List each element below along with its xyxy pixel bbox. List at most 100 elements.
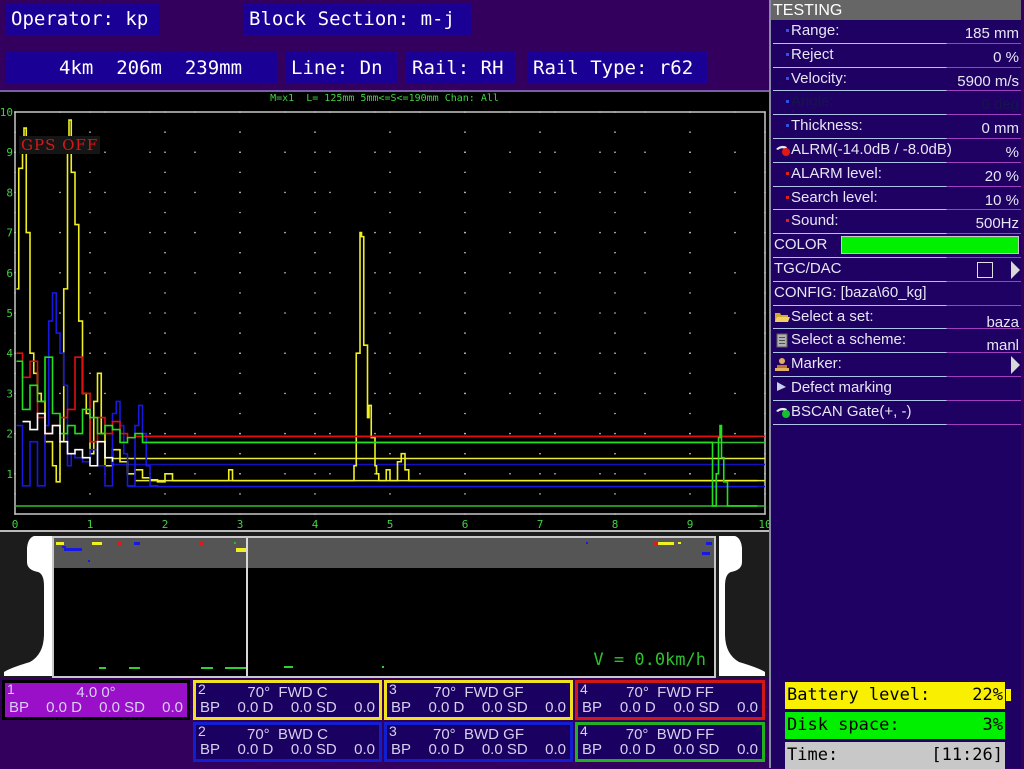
channel-box-7[interactable]: 4 70° BWD FF BP 0.0 D 0.0 SD 0.0 bbox=[575, 722, 765, 762]
grid-dot bbox=[539, 272, 541, 274]
grid-dot bbox=[314, 372, 316, 375]
channel-box-6[interactable]: 3 70° BWD GF BP 0.0 D 0.0 SD 0.0 bbox=[384, 722, 573, 762]
defect-marking-row[interactable]: Defect marking bbox=[771, 377, 1021, 401]
grid-dot bbox=[464, 432, 466, 435]
grid-dot bbox=[239, 452, 241, 455]
gps-status: GPS OFF bbox=[19, 136, 101, 154]
channel-values: BP 0.0 D 0.0 SD 0.0 bbox=[200, 699, 375, 716]
alarm-row[interactable]: ALRM(-14.0dB / -8.0dB) % bbox=[771, 139, 1021, 163]
color-swatch[interactable] bbox=[841, 236, 1019, 255]
sound-value[interactable]: 500Hz bbox=[976, 213, 1019, 235]
grid-dot bbox=[194, 432, 196, 435]
alarm-back-arrow-icon bbox=[776, 145, 790, 156]
grid-dot bbox=[614, 513, 616, 515]
bscan-gate-row[interactable]: BSCAN Gate(+, -) bbox=[771, 401, 1021, 425]
grid-dot bbox=[764, 372, 766, 375]
grid-dot bbox=[689, 412, 691, 415]
grid-dot bbox=[764, 412, 766, 415]
select-scheme-row[interactable]: Select a scheme: manl bbox=[771, 329, 1021, 354]
grid-dot bbox=[14, 332, 16, 334]
bullet-icon bbox=[786, 219, 789, 223]
color-row[interactable]: COLOR bbox=[771, 234, 1021, 258]
grid-dot bbox=[539, 312, 541, 314]
grid-dot bbox=[464, 231, 466, 234]
thickness-row[interactable]: Thickness: 0 mm bbox=[771, 115, 1021, 139]
alarm-level-row[interactable]: ALARM level: 20 % bbox=[771, 163, 1021, 187]
b-scan-mark bbox=[225, 667, 246, 669]
grid-dot bbox=[164, 493, 166, 495]
grid-dot bbox=[464, 131, 466, 133]
grid-dot bbox=[14, 211, 16, 214]
chevron-right-icon[interactable] bbox=[1011, 260, 1020, 279]
grid-dot bbox=[644, 191, 646, 194]
velocity-row[interactable]: Velocity: 5900 m/s bbox=[771, 68, 1021, 92]
grid-dot bbox=[689, 493, 691, 495]
grid-dot bbox=[509, 151, 511, 153]
grid-dot bbox=[89, 372, 91, 375]
grid-dot bbox=[59, 231, 61, 234]
channel-box-2[interactable]: 2 70° FWD C BP 0.0 D 0.0 SD 0.0 bbox=[193, 680, 382, 720]
select-scheme-label: Select a scheme: bbox=[791, 331, 907, 349]
grid-dot bbox=[644, 111, 646, 113]
channel-box-5[interactable]: 2 70° BWD C BP 0.0 D 0.0 SD 0.0 bbox=[193, 722, 382, 762]
channel-sd: 0.0 SD bbox=[673, 741, 720, 758]
alarm-level-value[interactable]: 20 % bbox=[985, 166, 1019, 188]
alarm-level-label: ALARM level: bbox=[791, 164, 882, 182]
grid-dot bbox=[389, 493, 391, 495]
grid-dot bbox=[734, 312, 736, 314]
grid-dot bbox=[389, 412, 391, 415]
grid-dot bbox=[389, 332, 391, 334]
bscan-gate-label: BSCAN Gate(+, -) bbox=[791, 402, 912, 420]
x-tick-label: 4 bbox=[312, 518, 319, 530]
b-scan-mark bbox=[654, 542, 658, 546]
grid-dot bbox=[284, 231, 286, 234]
grid-dot bbox=[389, 392, 391, 395]
grid-dot bbox=[239, 432, 241, 435]
tgc-dac-row[interactable]: TGC/DAC bbox=[771, 258, 1021, 282]
reject-row[interactable]: Reject 0 % bbox=[771, 44, 1021, 68]
grid-dot bbox=[614, 452, 616, 455]
angle-label: Angle: bbox=[791, 93, 834, 111]
grid-dot bbox=[509, 392, 511, 395]
grid-dot bbox=[599, 151, 601, 153]
grid-dot bbox=[689, 332, 691, 334]
marker-row[interactable]: Marker: bbox=[771, 353, 1021, 377]
grid-dot bbox=[614, 131, 616, 133]
channel-depth: 0.0 D bbox=[46, 699, 82, 716]
grid-dot bbox=[239, 292, 241, 294]
grid-dot bbox=[194, 352, 196, 355]
select-set-row[interactable]: Select a set: baza bbox=[771, 306, 1021, 331]
tgc-dac-checkbox[interactable] bbox=[977, 261, 993, 278]
range-value[interactable]: 185 mm bbox=[965, 23, 1019, 45]
range-row[interactable]: Range: 185 mm bbox=[771, 20, 1021, 44]
channel-sd: 0.0 SD bbox=[290, 741, 337, 758]
channel-box-4[interactable]: 4 70° FWD FF BP 0.0 D 0.0 SD 0.0 bbox=[575, 680, 765, 720]
battery-status: Battery level: 22% bbox=[785, 682, 1011, 709]
grid-dot bbox=[689, 231, 691, 234]
grid-dot bbox=[314, 111, 316, 113]
grid-dot bbox=[164, 392, 166, 395]
velocity-value[interactable]: 5900 m/s bbox=[957, 71, 1019, 93]
grid-dot bbox=[764, 352, 766, 355]
grid-dot bbox=[374, 392, 376, 395]
b-scan-mark bbox=[201, 667, 213, 669]
grid-dot bbox=[389, 171, 391, 174]
reject-value[interactable]: 0 % bbox=[993, 47, 1019, 69]
search-level-row[interactable]: Search level: 10 % bbox=[771, 187, 1021, 211]
grid-dot bbox=[509, 432, 511, 435]
thickness-value[interactable]: 0 mm bbox=[982, 118, 1020, 140]
channel-box-3[interactable]: 3 70° FWD GF BP 0.0 D 0.0 SD 0.0 bbox=[384, 680, 573, 720]
search-level-value[interactable]: 10 % bbox=[985, 190, 1019, 212]
grid-dot bbox=[89, 292, 91, 294]
channel-values: BP 0.0 D 0.0 SD 0.0 bbox=[391, 741, 566, 758]
grid-dot bbox=[314, 231, 316, 234]
grid-dot bbox=[389, 231, 391, 234]
b-scan-mark bbox=[134, 542, 140, 545]
grid-dot bbox=[644, 352, 646, 355]
channel-values: BP 0.0 D 0.0 SD 0.0 bbox=[582, 741, 758, 758]
chevron-right-icon[interactable] bbox=[1011, 356, 1020, 375]
sound-row[interactable]: Sound: 500Hz bbox=[771, 210, 1021, 234]
alarm-value[interactable]: % bbox=[1006, 142, 1019, 164]
channel-box-1[interactable]: 1 4.0 0° BP 0.0 D 0.0 SD 0.0 bbox=[2, 680, 190, 720]
x-tick-label: 3 bbox=[237, 518, 244, 530]
